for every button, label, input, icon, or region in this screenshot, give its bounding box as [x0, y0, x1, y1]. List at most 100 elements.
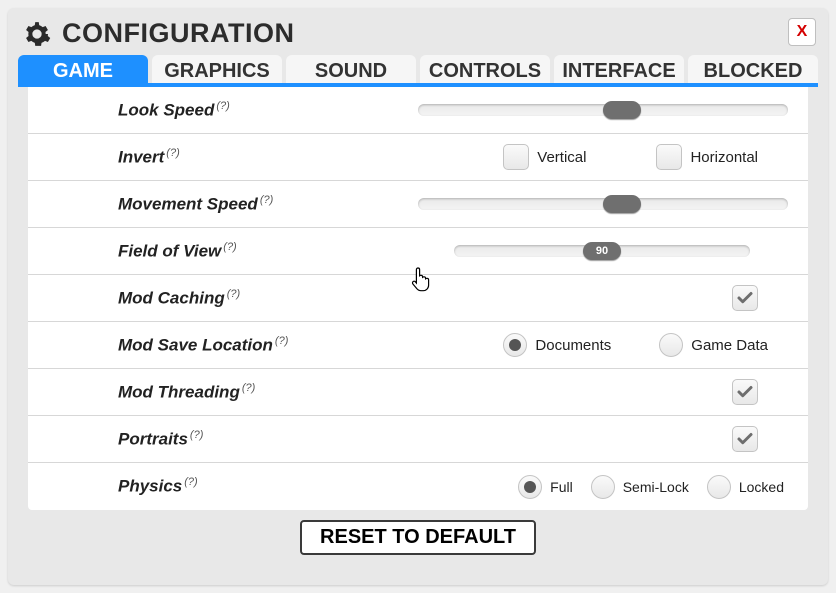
mod-threading-control	[732, 379, 758, 405]
help-icon[interactable]: (?)	[184, 476, 197, 488]
mod-save-gamedata-text: Game Data	[691, 337, 768, 354]
look-speed-control	[418, 104, 788, 116]
titlebar: CONFIGURATION X	[8, 8, 828, 55]
row-movement-speed: Movement Speed(?)	[28, 181, 808, 228]
help-icon[interactable]: (?)	[216, 100, 229, 112]
tab-sound[interactable]: SOUND	[286, 55, 416, 83]
physics-full-text: Full	[550, 479, 573, 495]
invert-vertical-option: Vertical	[503, 144, 586, 170]
mod-caching-text: Mod Caching	[118, 288, 225, 307]
physics-locked-radio[interactable]	[707, 475, 731, 499]
tab-game[interactable]: GAME	[18, 55, 148, 83]
physics-semi-radio[interactable]	[591, 475, 615, 499]
row-invert: Invert(?) Vertical Horizontal	[28, 134, 808, 181]
check-icon	[736, 289, 754, 307]
physics-label: Physics(?)	[118, 476, 198, 497]
physics-locked-text: Locked	[739, 479, 784, 495]
mod-save-gamedata-option: Game Data	[659, 333, 768, 357]
tab-graphics[interactable]: GRAPHICS	[152, 55, 282, 83]
portraits-text: Portraits	[118, 429, 188, 448]
tab-interface-label: INTERFACE	[562, 60, 675, 82]
invert-horizontal-option: Horizontal	[656, 144, 758, 170]
tab-blocked[interactable]: BLOCKED	[688, 55, 818, 83]
row-mod-save-location: Mod Save Location(?) Documents Game Data	[28, 322, 808, 369]
row-physics: Physics(?) Full Semi-Lock Locked	[28, 463, 808, 510]
portraits-label: Portraits(?)	[118, 429, 203, 450]
physics-full-option: Full	[518, 475, 573, 499]
mod-caching-control	[732, 285, 758, 311]
tab-blocked-label: BLOCKED	[704, 60, 803, 82]
row-field-of-view: Field of View(?) 90	[28, 228, 808, 275]
look-speed-label: Look Speed(?)	[118, 100, 230, 121]
tabs: GAME GRAPHICS SOUND CONTROLS INTERFACE B…	[18, 55, 818, 87]
invert-control: Vertical Horizontal	[503, 144, 758, 170]
invert-vertical-checkbox[interactable]	[503, 144, 529, 170]
help-icon[interactable]: (?)	[227, 288, 240, 300]
invert-vertical-text: Vertical	[537, 149, 586, 166]
movement-speed-slider[interactable]	[418, 198, 788, 210]
mod-caching-checkbox[interactable]	[732, 285, 758, 311]
movement-speed-control	[418, 198, 788, 210]
portraits-checkbox[interactable]	[732, 426, 758, 452]
look-speed-thumb[interactable]	[603, 101, 641, 119]
fov-control: 90	[454, 245, 750, 257]
movement-speed-label: Movement Speed(?)	[118, 194, 273, 215]
help-icon[interactable]: (?)	[166, 147, 179, 159]
physics-text: Physics	[118, 477, 182, 496]
config-window: CONFIGURATION X GAME GRAPHICS SOUND CONT…	[8, 8, 828, 585]
row-mod-threading: Mod Threading(?)	[28, 369, 808, 416]
row-mod-caching: Mod Caching(?)	[28, 275, 808, 322]
look-speed-slider[interactable]	[418, 104, 788, 116]
tab-game-label: GAME	[53, 60, 113, 82]
tab-controls[interactable]: CONTROLS	[420, 55, 550, 83]
fov-thumb[interactable]: 90	[583, 242, 621, 260]
portraits-control	[732, 426, 758, 452]
mod-save-text: Mod Save Location	[118, 335, 273, 354]
movement-speed-thumb[interactable]	[603, 195, 641, 213]
check-icon	[736, 430, 754, 448]
physics-full-radio[interactable]	[518, 475, 542, 499]
help-icon[interactable]: (?)	[275, 335, 288, 347]
tab-interface[interactable]: INTERFACE	[554, 55, 684, 83]
mod-threading-text: Mod Threading	[118, 382, 240, 401]
row-look-speed: Look Speed(?)	[28, 87, 808, 134]
look-speed-text: Look Speed	[118, 100, 214, 119]
close-button[interactable]: X	[788, 18, 816, 46]
mod-threading-checkbox[interactable]	[732, 379, 758, 405]
tab-controls-label: CONTROLS	[429, 60, 541, 82]
tab-sound-label: SOUND	[315, 60, 387, 82]
fov-label: Field of View(?)	[118, 241, 237, 262]
tab-graphics-label: GRAPHICS	[164, 60, 270, 82]
help-icon[interactable]: (?)	[242, 382, 255, 394]
physics-semi-text: Semi-Lock	[623, 479, 689, 495]
title-text: CONFIGURATION	[62, 18, 294, 49]
mod-save-documents-text: Documents	[535, 337, 611, 354]
gear-icon	[22, 19, 52, 49]
mod-save-gamedata-radio[interactable]	[659, 333, 683, 357]
settings-panel: Look Speed(?) Invert(?) Vertical	[28, 87, 808, 510]
mod-save-documents-radio[interactable]	[503, 333, 527, 357]
mod-save-control: Documents Game Data	[503, 333, 768, 357]
help-icon[interactable]: (?)	[260, 194, 273, 206]
help-icon[interactable]: (?)	[190, 429, 203, 441]
help-icon[interactable]: (?)	[223, 241, 236, 253]
physics-semi-option: Semi-Lock	[591, 475, 689, 499]
mod-save-label: Mod Save Location(?)	[118, 335, 288, 356]
fov-slider[interactable]: 90	[454, 245, 750, 257]
footer: RESET TO DEFAULT	[8, 510, 828, 555]
invert-text: Invert	[118, 147, 164, 166]
invert-horizontal-checkbox[interactable]	[656, 144, 682, 170]
invert-horizontal-text: Horizontal	[690, 149, 758, 166]
fov-text: Field of View	[118, 241, 221, 260]
tabs-container: GAME GRAPHICS SOUND CONTROLS INTERFACE B…	[8, 55, 828, 510]
reset-to-default-button[interactable]: RESET TO DEFAULT	[300, 520, 536, 555]
close-icon: X	[797, 23, 808, 41]
mod-save-documents-option: Documents	[503, 333, 611, 357]
mod-threading-label: Mod Threading(?)	[118, 382, 255, 403]
check-icon	[736, 383, 754, 401]
physics-locked-option: Locked	[707, 475, 784, 499]
reset-label: RESET TO DEFAULT	[320, 526, 516, 548]
physics-control: Full Semi-Lock Locked	[518, 475, 784, 499]
mod-caching-label: Mod Caching(?)	[118, 288, 240, 309]
row-portraits: Portraits(?)	[28, 416, 808, 463]
